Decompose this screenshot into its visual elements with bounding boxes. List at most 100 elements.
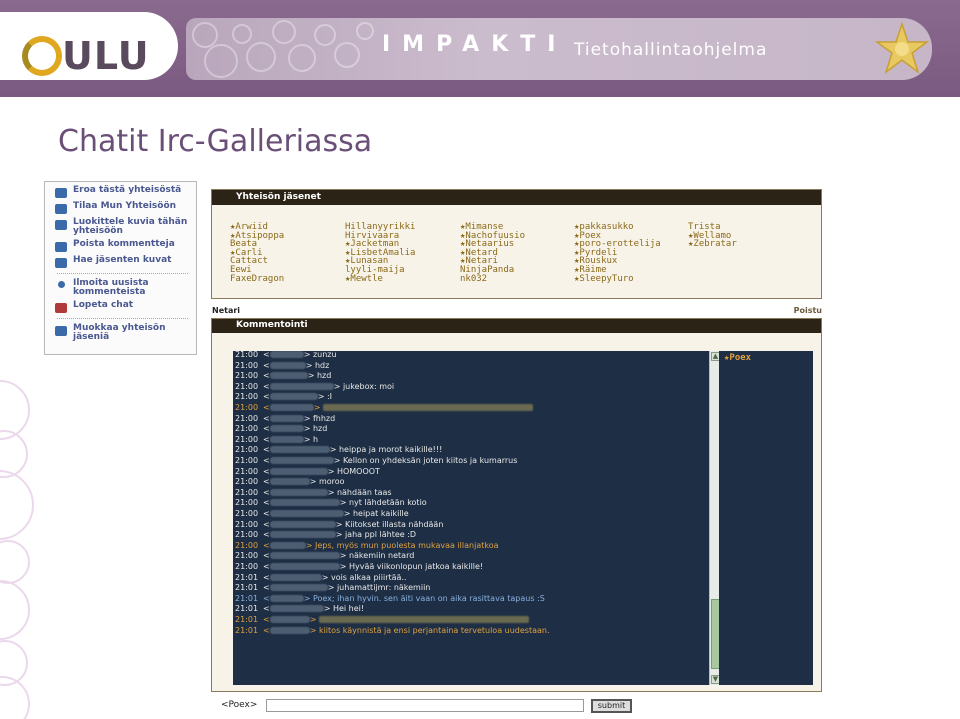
chat-message: Hei hei! xyxy=(332,604,365,614)
chat-line: 21:00 < > hzd xyxy=(235,424,328,434)
chat-timestamp: 21:01 xyxy=(235,625,259,635)
sidebar-item-notify[interactable]: Ilmoita uusista kommenteista xyxy=(49,277,192,299)
chat-line: 21:01 < > kiitos käynnistä ja ensi perjant… xyxy=(235,625,550,635)
subscribe-icon xyxy=(55,204,67,214)
header-band: ULU IMPAKTI - Tietohallintaohjelma xyxy=(0,0,960,97)
chat-nick-redacted xyxy=(269,478,310,486)
chat-nick-redacted xyxy=(269,382,334,390)
oulu-logo: ULU xyxy=(0,12,178,80)
chat-message: nyt lähdetään kotio xyxy=(348,498,427,508)
chat-log[interactable]: 21:00 < > zunzu 21:00 < > hdz 21:00 < > hzd 21:00… xyxy=(233,351,709,685)
member-link[interactable]: FaxeDragon xyxy=(230,274,284,284)
chat-nick-redacted xyxy=(269,361,306,369)
chat-nick-redacted xyxy=(269,372,308,380)
chat-line: 21:00 < > näkemiin netard xyxy=(235,551,415,561)
chat-nick-redacted xyxy=(269,499,340,507)
chat-message: kiitos käynnistä ja ensi perjantaina ter… xyxy=(318,625,550,635)
chat-nick-redacted xyxy=(269,584,328,592)
sidebar-item-edit-members[interactable]: Muokkaa yhteisön jäseniä xyxy=(49,322,192,344)
chat-message-input[interactable] xyxy=(266,699,584,712)
comments-panel: Kommentointi 21:00 < > zunzu 21:00 < > hdz 21:… xyxy=(211,318,822,692)
chat-line: 21:01 < > Poex; ihan hyvin. sen äiti vaan … xyxy=(235,593,545,603)
logo-text: ULU xyxy=(62,34,150,78)
chat-timestamp: 21:00 xyxy=(235,519,259,529)
members-column: Hillanyyrikki Hirvivaara ★Jacketman ★Lis… xyxy=(345,223,415,283)
chat-timestamp: 21:01 xyxy=(235,572,259,582)
chat-timestamp: 21:00 xyxy=(235,413,259,423)
chat-nick-redacted xyxy=(269,404,314,411)
stop-chat-icon xyxy=(55,303,67,313)
chat-line: 21:01 < > juhamattijmr: näkemiin xyxy=(235,583,431,593)
chat-message: :I xyxy=(326,392,333,402)
chat-nick-redacted xyxy=(269,425,304,433)
chat-line: 21:00 < > hdz xyxy=(235,360,330,370)
chat-timestamp: 21:00 xyxy=(235,498,259,508)
member-link[interactable]: nk032 xyxy=(460,274,525,284)
member-link[interactable]: ★Mewtle xyxy=(345,274,415,284)
members-grid: ★Arwiid ★Atsipoppa Beata ★Carli Cattact … xyxy=(212,205,821,300)
notify-icon xyxy=(58,281,65,288)
chat-message: heippa ja morot kaikille!!! xyxy=(338,445,443,455)
chat-line: 21:00 < > fhhzd xyxy=(235,413,336,423)
chat-message: Kellon on yhdeksän joten kiitos ja kumar… xyxy=(342,456,518,465)
chat-message: HOMOOOT xyxy=(336,466,380,476)
sidebar-item-subscribe[interactable]: Tilaa Mun Yhteisöön xyxy=(49,200,192,216)
delete-comment-icon xyxy=(55,242,67,252)
chat-line: 21:00 < > xyxy=(233,403,533,414)
chat-timestamp: 21:00 xyxy=(235,477,259,487)
categorize-icon xyxy=(55,220,67,230)
chat-timestamp: 21:00 xyxy=(235,445,259,455)
members-title: Yhteisön jäsenet xyxy=(212,190,821,205)
chat-message: fhhzd xyxy=(312,413,336,423)
chat-line: 21:00 < > hzd xyxy=(235,371,332,381)
leave-channel-link[interactable]: Poistu xyxy=(794,306,822,315)
chat-timestamp: 21:00 xyxy=(235,487,259,497)
chat-message-redacted xyxy=(322,404,533,411)
chat-nick-redacted xyxy=(269,446,330,454)
chat-message: heipat kaikille xyxy=(352,509,409,518)
chat-timestamp: 21:00 xyxy=(235,424,259,434)
leave-icon xyxy=(55,188,67,198)
sidebar-item-fetch-images[interactable]: Hae jäsenten kuvat xyxy=(49,254,192,270)
chat-message: nähdään taas xyxy=(336,487,392,497)
chat-line: 21:01 < > Hei hei! xyxy=(235,604,365,614)
chat-line: 21:00 < > jukebox: moi xyxy=(235,381,395,391)
submit-button[interactable]: submit xyxy=(591,699,632,713)
chat-nick-redacted xyxy=(269,616,310,623)
member-link[interactable]: ★Zebratar xyxy=(688,240,737,249)
chat-line: 21:00 < > heippa ja morot kaikille!!! xyxy=(235,445,443,455)
chat-nick-redacted xyxy=(269,393,318,401)
members-column: ★pakkasukko ★Poex ★poro-erottelija ★Pyrd… xyxy=(574,223,661,283)
chat-timestamp: 21:01 xyxy=(235,583,259,593)
chat-nick-redacted xyxy=(269,467,328,475)
chat-nick-redacted xyxy=(269,435,304,443)
sidebar-item-categorize[interactable]: Luokittele kuvia tähän yhteisöön xyxy=(49,216,192,238)
chat-line: 21:01 < > xyxy=(233,615,529,626)
chat-line: 21:00 < > nyt lähdetään kotio xyxy=(235,498,427,508)
chat-message: vois alkaa piiirtää.. xyxy=(330,572,407,582)
chat-line: 21:01 < > vois alkaa piiirtää.. xyxy=(235,572,407,582)
chat-timestamp: 21:00 xyxy=(235,381,259,391)
chat-message: hdz xyxy=(314,360,330,370)
chat-line: 21:00 < > zunzu xyxy=(235,351,337,359)
banner-brand: IMPAKTI xyxy=(382,32,568,57)
online-user[interactable]: ★Poex xyxy=(724,353,751,363)
chat-message: jukebox: moi xyxy=(342,381,395,391)
chat-line: 21:00 < > moroo xyxy=(235,477,345,487)
star-icon xyxy=(874,22,930,75)
chat-timestamp: 21:00 xyxy=(235,351,259,359)
chat-timestamp: 21:00 xyxy=(235,551,259,561)
sidebar-item-leave[interactable]: Eroa tästä yhteisöstä xyxy=(49,184,192,200)
chat-message: näkemiin netard xyxy=(348,551,415,561)
community-sidebar: Eroa tästä yhteisöstä Tilaa Mun Yhteisöö… xyxy=(44,181,197,355)
chat-timestamp: 21:00 xyxy=(235,360,259,370)
sidebar-divider xyxy=(57,273,188,274)
sidebar-item-delete-comments[interactable]: Poista kommentteja xyxy=(49,238,192,254)
chat-message: h xyxy=(312,434,319,444)
sidebar-item-stop-chat[interactable]: Lopeta chat xyxy=(49,299,192,315)
chat-nick-redacted xyxy=(269,520,336,528)
chat-message: Kiitokset illasta nähdään xyxy=(344,519,444,529)
member-link[interactable]: ★SleepyTuro xyxy=(574,274,661,284)
chat-nick-redacted xyxy=(269,488,328,496)
input-nick: <Poex> xyxy=(221,700,258,710)
